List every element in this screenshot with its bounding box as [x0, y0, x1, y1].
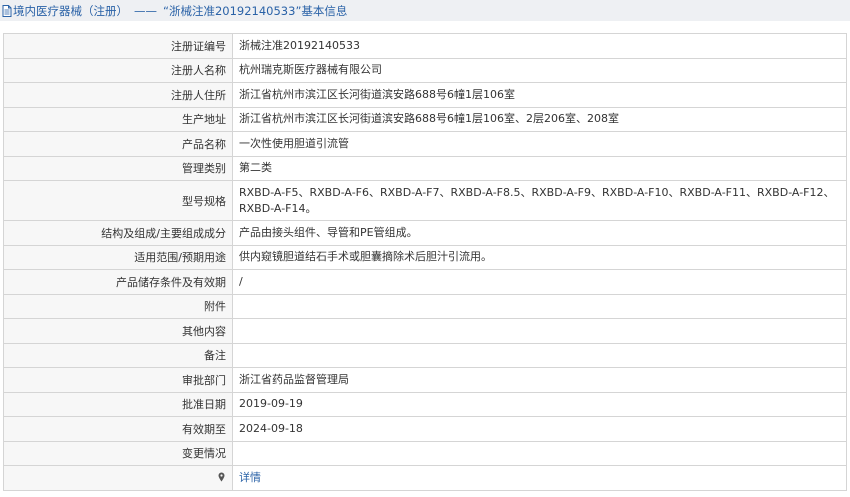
field-label: 生产地址 — [3, 106, 233, 132]
table-row: 管理类别 第二类 — [3, 155, 847, 181]
field-label: 备注 — [3, 342, 233, 368]
field-value — [232, 440, 847, 466]
page-header: 境内医疗器械（注册） —— “浙械注准20192140533”基本信息 — [0, 0, 850, 21]
field-label: 批准日期 — [3, 391, 233, 417]
field-label: 其他内容 — [3, 318, 233, 344]
field-label: 附件 — [3, 293, 233, 319]
table-row: 产品储存条件及有效期 / — [3, 269, 847, 295]
field-value: RXBD-A-F5、RXBD-A-F6、RXBD-A-F7、RXBD-A-F8.… — [232, 180, 847, 221]
field-label: 注册证编号 — [3, 33, 233, 59]
field-label: 注册人名称 — [3, 57, 233, 83]
table-row: 变更情况 — [3, 440, 847, 466]
info-table: 注册证编号 浙械注准20192140533 注册人名称 杭州瑞克斯医疗器械有限公司 注册… — [3, 33, 847, 491]
field-value: 供内窥镜胆道结石手术或胆囊摘除术后胆汁引流用。 — [232, 244, 847, 270]
table-row: 批准日期 2019-09-19 — [3, 391, 847, 417]
field-value: 浙江省杭州市滨江区长河街道滨安路688号6幢1层106室、2层206室、208室 — [232, 106, 847, 132]
breadcrumb-separator: —— — [134, 3, 157, 18]
field-label: 注册人住所 — [3, 82, 233, 108]
field-label: 适用范围/预期用途 — [3, 244, 233, 270]
table-row: 注册人住所 浙江省杭州市滨江区长河街道滨安路688号6幢1层106室 — [3, 82, 847, 108]
field-label: 变更情况 — [3, 440, 233, 466]
field-value — [232, 318, 847, 344]
detail-link[interactable]: 详情 — [239, 471, 261, 484]
field-value: 2019-09-19 — [232, 391, 847, 417]
field-value: 产品由接头组件、导管和PE管组成。 — [232, 220, 847, 246]
field-value: 第二类 — [232, 155, 847, 181]
table-row: 有效期至 2024-09-18 — [3, 416, 847, 442]
table-row: 注册人名称 杭州瑞克斯医疗器械有限公司 — [3, 57, 847, 83]
table-row: 生产地址 浙江省杭州市滨江区长河街道滨安路688号6幢1层106室、2层206室、… — [3, 106, 847, 132]
field-value: 详情 — [232, 465, 847, 491]
field-value: 浙江省杭州市滨江区长河街道滨安路688号6幢1层106室 — [232, 82, 847, 108]
table-row: 产品名称 一次性使用胆道引流管 — [3, 131, 847, 157]
field-value — [232, 342, 847, 368]
field-label: 管理类别 — [3, 155, 233, 181]
table-row: 适用范围/预期用途 供内窥镜胆道结石手术或胆囊摘除术后胆汁引流用。 — [3, 244, 847, 270]
field-label: 有效期至 — [3, 416, 233, 442]
field-value: 一次性使用胆道引流管 — [232, 131, 847, 157]
table-row: 备注 — [3, 342, 847, 368]
field-value: 杭州瑞克斯医疗器械有限公司 — [232, 57, 847, 83]
table-row: 结构及组成/主要组成成分 产品由接头组件、导管和PE管组成。 — [3, 220, 847, 246]
field-value: 2024-09-18 — [232, 416, 847, 442]
table-row: 注册证编号 浙械注准20192140533 — [3, 33, 847, 59]
document-icon — [2, 4, 12, 17]
table-row: 审批部门 浙江省药品监督管理局 — [3, 367, 847, 393]
field-value: 浙械注准20192140533 — [232, 33, 847, 59]
page-title: “浙械注准20192140533”基本信息 — [163, 3, 348, 18]
field-label: 审批部门 — [3, 367, 233, 393]
table-row: 详情 — [3, 465, 847, 491]
field-label: 型号规格 — [3, 180, 233, 221]
breadcrumb-section[interactable]: 境内医疗器械（注册） — [13, 3, 128, 19]
field-value: 浙江省药品监督管理局 — [232, 367, 847, 393]
field-value — [232, 293, 847, 319]
pin-icon — [218, 472, 225, 482]
field-label — [3, 465, 233, 491]
field-label: 产品名称 — [3, 131, 233, 157]
table-row: 其他内容 — [3, 318, 847, 344]
field-label: 结构及组成/主要组成成分 — [3, 220, 233, 246]
field-value: / — [232, 269, 847, 295]
table-row: 附件 — [3, 293, 847, 319]
table-row: 型号规格 RXBD-A-F5、RXBD-A-F6、RXBD-A-F7、RXBD-A… — [3, 180, 847, 221]
field-label: 产品储存条件及有效期 — [3, 269, 233, 295]
